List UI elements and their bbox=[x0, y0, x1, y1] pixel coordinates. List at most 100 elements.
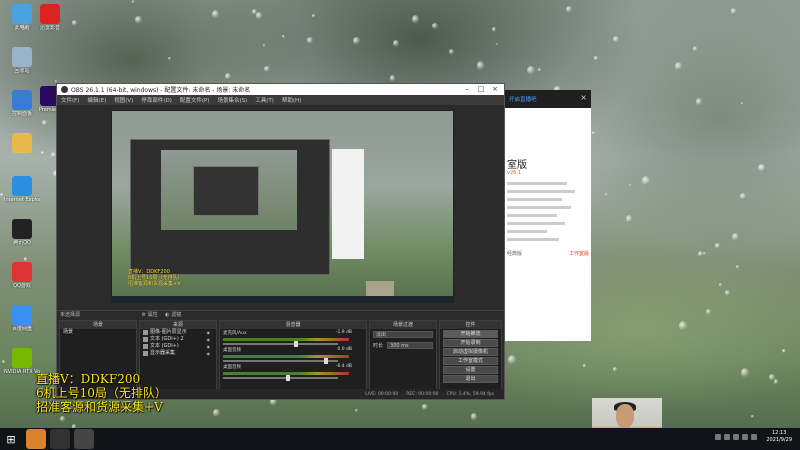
network-icon[interactable] bbox=[751, 434, 758, 440]
raindrop bbox=[352, 36, 361, 46]
transition-type-select[interactable]: 淡出 bbox=[373, 331, 433, 338]
desktop-icon[interactable] bbox=[4, 133, 40, 154]
control-button[interactable]: 退出 bbox=[443, 375, 498, 383]
raindrop bbox=[492, 26, 497, 32]
close-icon[interactable]: × bbox=[488, 84, 502, 95]
transition-type-row: 淡出 bbox=[370, 329, 436, 340]
source-item[interactable]: 显示器采集 ◉ bbox=[140, 350, 216, 357]
desktop-icon[interactable]: 迅雷影音 bbox=[32, 4, 68, 31]
raindrop bbox=[131, 0, 135, 4]
popup-text-lines bbox=[507, 182, 577, 246]
stream-preview[interactable]: 直播V：DDKF200 6机上号10局（无排队） 招准客源和货源采集+V bbox=[111, 110, 454, 303]
raindrop bbox=[736, 265, 740, 269]
menu-item[interactable]: 视图(V) bbox=[114, 96, 133, 104]
popup-version: v26.1 bbox=[507, 170, 522, 176]
volume-slider[interactable] bbox=[223, 375, 338, 381]
raindrop bbox=[134, 16, 142, 25]
raindrop bbox=[262, 43, 266, 47]
raindrop bbox=[695, 98, 702, 106]
desktop-icon-label: 回收站 bbox=[14, 68, 30, 74]
duration-input[interactable]: 300 ms bbox=[387, 342, 433, 349]
raindrop bbox=[625, 214, 633, 223]
filter-icon[interactable]: ◐ bbox=[165, 312, 169, 318]
scene-item[interactable]: 场景 bbox=[60, 329, 136, 336]
volume-slider[interactable] bbox=[223, 358, 338, 364]
tray-icon[interactable] bbox=[733, 434, 740, 440]
menu-item[interactable]: 场景集合(S) bbox=[217, 96, 247, 104]
minimize-icon[interactable]: – bbox=[460, 84, 474, 95]
visibility-eye-icon[interactable]: ◉ bbox=[207, 343, 211, 350]
menu-item[interactable]: 配置文件(P) bbox=[180, 96, 210, 104]
gear-icon[interactable]: ⚙ bbox=[142, 312, 146, 318]
volume-knob[interactable] bbox=[286, 375, 291, 381]
no-source-selected: 未选择源 bbox=[60, 312, 81, 318]
source-item[interactable]: 文本 (GDI+) 2 ◉ bbox=[140, 336, 216, 343]
tray-icon[interactable] bbox=[724, 434, 731, 440]
source-item[interactable]: 文本 (GDI+) ◉ bbox=[140, 343, 216, 350]
clock[interactable]: 12:13 2021/9/29 bbox=[766, 430, 792, 444]
raindrop bbox=[411, 15, 420, 25]
desktop-icon[interactable]: 回收站 bbox=[4, 47, 40, 74]
visibility-eye-icon[interactable]: ◉ bbox=[207, 336, 211, 343]
obs-taskbar-icon[interactable] bbox=[74, 429, 94, 449]
raindrop bbox=[60, 416, 65, 422]
mixer-track-db: -1.9 dB bbox=[335, 330, 352, 335]
control-button[interactable]: 开始推流 bbox=[443, 330, 498, 338]
menu-item[interactable]: 文件(F) bbox=[61, 96, 79, 104]
audio-meter bbox=[223, 338, 349, 341]
source-list: 图像-图片层显示 ◉ 文本 (GDI+) 2 ◉ 文本 (GDI+) ◉ 显示器采集 ◉ bbox=[140, 329, 216, 357]
source-name: 图像-图片层显示 bbox=[150, 329, 187, 335]
visibility-eye-icon[interactable]: ◉ bbox=[207, 350, 211, 357]
raindrop bbox=[605, 193, 608, 196]
qq-taskbar-icon[interactable] bbox=[50, 429, 70, 449]
caption-line: 直播V：DDKF200 bbox=[36, 372, 141, 386]
qq-icon bbox=[12, 219, 32, 239]
desktop-icon[interactable]: QQ游戏 bbox=[4, 262, 40, 289]
popup-title: 室版 bbox=[507, 160, 527, 171]
nested-obs-capture bbox=[130, 139, 330, 275]
mixer-list: 麦克风/Aux -1.9 dB 桌面音频 0.0 dB 桌面音频 -6.4 dB bbox=[220, 329, 366, 381]
raindrop bbox=[731, 233, 739, 242]
baidu-netdisk-icon bbox=[12, 305, 32, 325]
start-button[interactable]: ⊞ bbox=[0, 428, 22, 450]
raindrop bbox=[448, 49, 454, 56]
classic-edition-option[interactable]: 经典版 bbox=[507, 250, 522, 257]
visibility-eye-icon[interactable]: ◉ bbox=[207, 329, 211, 336]
menu-item[interactable]: 帮助(H) bbox=[282, 96, 301, 104]
desktop-icon[interactable]: Internet Explorer bbox=[4, 176, 40, 203]
obs-window[interactable]: OBS 26.1.1 (64-bit, windows) - 配置文件: 未命名… bbox=[56, 83, 505, 400]
control-panel-icon bbox=[12, 90, 32, 110]
obs-logo-icon bbox=[61, 86, 68, 93]
volume-slider[interactable] bbox=[223, 341, 338, 347]
control-button[interactable]: 工作室模式 bbox=[443, 357, 498, 365]
desktop-icon[interactable]: 百度网盘 bbox=[4, 305, 40, 332]
control-button[interactable]: 开始录制 bbox=[443, 339, 498, 347]
menu-item[interactable]: 工具(T) bbox=[255, 96, 274, 104]
source-type-icon bbox=[143, 351, 148, 356]
popup-close-icon[interactable]: × bbox=[580, 93, 587, 102]
obs-titlebar[interactable]: OBS 26.1.1 (64-bit, windows) - 配置文件: 未命名… bbox=[57, 84, 504, 95]
control-button[interactable]: 设置 bbox=[443, 366, 498, 374]
popup-link[interactable]: 开启直播吧 bbox=[509, 95, 537, 103]
filters-button[interactable]: 滤镜 bbox=[171, 312, 181, 318]
desktop-icon[interactable]: 腾讯QQ bbox=[4, 219, 40, 246]
mixer-dock: 混音器 麦克风/Aux -1.9 dB 桌面音频 0.0 dB 桌面音频 -6.4 dB bbox=[219, 320, 367, 390]
tray-icon[interactable] bbox=[715, 434, 722, 440]
menu-item[interactable]: 停靠部件(D) bbox=[141, 96, 172, 104]
orange-app-icon[interactable] bbox=[26, 429, 46, 449]
volume-icon[interactable] bbox=[742, 434, 749, 440]
mixer-track-db: 0.0 dB bbox=[337, 347, 352, 352]
raindrop bbox=[255, 12, 263, 20]
maximize-icon[interactable]: □ bbox=[474, 84, 488, 95]
source-item[interactable]: 图像-图片层显示 ◉ bbox=[140, 329, 216, 336]
control-button[interactable]: 启动虚拟摄像机 bbox=[443, 348, 498, 356]
rec-status: REC: 00:00:00 bbox=[406, 391, 439, 397]
caption-line: 招准客源和货源采集+V bbox=[36, 400, 163, 414]
properties-button[interactable]: 属性 bbox=[148, 312, 158, 318]
desktop-icon[interactable]: NVIDIA RTX Voice bbox=[4, 348, 40, 375]
mixer-track: 桌面音频 -6.4 dB bbox=[220, 363, 366, 381]
controls-dock-title: 控件 bbox=[440, 321, 501, 329]
studio-edition-option[interactable]: 工作室版 bbox=[569, 250, 589, 257]
raindrop bbox=[719, 283, 722, 287]
menu-item[interactable]: 编辑(E) bbox=[87, 96, 106, 104]
